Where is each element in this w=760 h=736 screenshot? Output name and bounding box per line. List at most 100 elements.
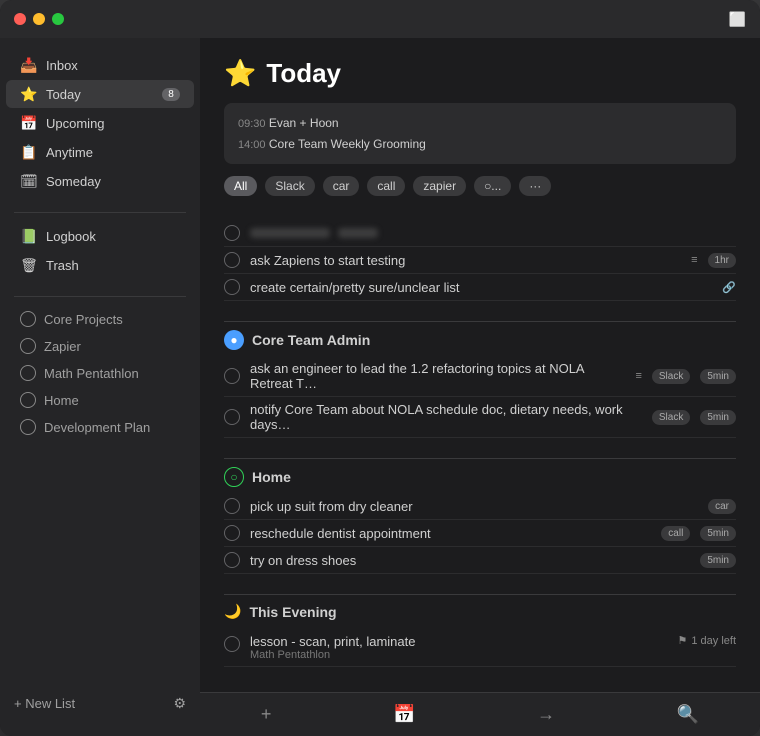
blurred-text-2 [338, 228, 378, 238]
title-text: Today [266, 58, 341, 89]
new-list-label: + New List [14, 696, 75, 711]
sidebar-item-core-projects[interactable]: Core Projects [6, 306, 194, 332]
window-icon: ⬜ [729, 11, 746, 28]
sidebar: 📥 Inbox ⭐ Today 8 📅 Upcoming 📋 Anytime [0, 38, 200, 736]
task-lesson-content: lesson - scan, print, laminate Math Pent… [250, 634, 667, 661]
filter-slack[interactable]: Slack [265, 176, 314, 196]
sidebar-item-someday[interactable]: 🗓 Someday [6, 167, 194, 195]
task-checkbox-notify[interactable] [224, 409, 240, 425]
calendar-button[interactable]: 📅 [377, 698, 431, 731]
core-projects-icon [20, 311, 36, 327]
task-checkbox-dentist[interactable] [224, 525, 240, 541]
task-checkbox-create-list[interactable] [224, 279, 240, 295]
core-team-section-icon: ● [224, 330, 244, 350]
task-checkbox-dress-shoes[interactable] [224, 552, 240, 568]
tag-call: call [661, 526, 690, 541]
task-checkbox-blurred[interactable] [224, 225, 240, 241]
sidebar-bottom: + New List ⚙ [0, 683, 200, 724]
panel-body: ask Zapiens to start testing ≡ 1hr creat… [200, 212, 760, 692]
sidebar-item-zapier[interactable]: Zapier [6, 333, 194, 359]
tag-slack-2: Slack [652, 410, 690, 425]
sidebar-item-today[interactable]: ⭐ Today 8 [6, 80, 194, 108]
sidebar-library-section: 📗 Logbook 🗑 Trash [0, 221, 200, 280]
sidebar-item-logbook[interactable]: 📗 Logbook [6, 222, 194, 250]
task-text-engineer: ask an engineer to lead the 1.2 refactor… [250, 361, 625, 391]
sidebar-label-inbox: Inbox [46, 58, 180, 73]
flag-icon: ⚑ [677, 634, 687, 647]
sidebar-label-anytime: Anytime [46, 145, 180, 160]
task-row-dentist: reschedule dentist appointment call 5min [224, 520, 736, 547]
filter-icon[interactable]: ⚙ [165, 691, 194, 716]
deadline-text: 1 day left [691, 635, 736, 647]
sidebar-item-trash[interactable]: 🗑 Trash [6, 251, 194, 279]
home-icon [20, 392, 36, 408]
sidebar-label-home: Home [44, 393, 180, 408]
tag-5min-2: 5min [700, 410, 736, 425]
core-team-header: ● Core Team Admin [224, 321, 736, 356]
zapier-icon [20, 338, 36, 354]
filter-zapier[interactable]: zapier [413, 176, 466, 196]
filter-all[interactable]: All [224, 176, 257, 196]
task-checkbox-ask-zapiens[interactable] [224, 252, 240, 268]
core-team-section-label: Core Team Admin [252, 332, 370, 348]
home-section-label: Home [252, 469, 291, 485]
tag-slack-1: Slack [652, 369, 690, 384]
filter-bar: All Slack car call zapier ○... ··· [224, 176, 736, 196]
event-name-1: Evan + Hoon [269, 116, 339, 130]
sidebar-item-anytime[interactable]: 📋 Anytime [6, 138, 194, 166]
maximize-button[interactable] [52, 13, 64, 25]
sidebar-label-math-pentathlon: Math Pentathlon [44, 366, 180, 381]
event-time-2: 14:00 [238, 139, 266, 151]
sidebar-item-home[interactable]: Home [6, 387, 194, 413]
task-sub-lesson: Math Pentathlon [250, 649, 667, 661]
blurred-text-1 [250, 228, 330, 238]
evening-section-header: 🌙 This Evening [224, 594, 736, 626]
home-section-icon: ○ [224, 467, 244, 487]
anytime-icon: 📋 [20, 143, 38, 161]
task-text-create-list: create certain/pretty sure/unclear list [250, 280, 712, 295]
home-section-header: ○ Home [224, 458, 736, 493]
task-checkbox-engineer[interactable] [224, 368, 240, 384]
filter-more[interactable]: ··· [519, 176, 551, 196]
sidebar-item-upcoming[interactable]: 📅 Upcoming [6, 109, 194, 137]
traffic-lights [14, 13, 64, 25]
titlebar: ⬜ [0, 0, 760, 38]
task-checkbox-dry-cleaner[interactable] [224, 498, 240, 514]
tag-1hr: 1hr [708, 253, 736, 268]
deadline-badge: ⚑ 1 day left [677, 634, 736, 647]
task-text-dentist: reschedule dentist appointment [250, 526, 651, 541]
task-checkbox-lesson[interactable] [224, 636, 240, 652]
minimize-button[interactable] [33, 13, 45, 25]
task-row-lesson: lesson - scan, print, laminate Math Pent… [224, 626, 736, 667]
event-item-2: 14:00 Core Team Weekly Grooming [238, 134, 722, 155]
forward-button[interactable]: → [521, 698, 571, 731]
today-icon: ⭐ [20, 85, 38, 103]
task-text-dry-cleaner: pick up suit from dry cleaner [250, 499, 698, 514]
panel-header: ⭐ Today 09:30 Evan + Hoon 14:00 Core Tea… [200, 38, 760, 212]
uncategorized-section: ask Zapiens to start testing ≡ 1hr creat… [224, 220, 736, 301]
close-button[interactable] [14, 13, 26, 25]
task-row-notify: notify Core Team about NOLA schedule doc… [224, 397, 736, 438]
filter-circle[interactable]: ○... [474, 176, 511, 196]
title-icon: ⭐ [224, 58, 256, 89]
tag-5min-home: 5min [700, 526, 736, 541]
add-task-button[interactable]: + [245, 698, 288, 731]
home-section: ○ Home pick up suit from dry cleaner car… [224, 458, 736, 574]
search-button[interactable]: 🔍 [661, 698, 715, 731]
tag-car: car [708, 499, 736, 514]
task-row-create-list: create certain/pretty sure/unclear list … [224, 274, 736, 301]
main-panel: ⭐ Today 09:30 Evan + Hoon 14:00 Core Tea… [200, 38, 760, 736]
task-row-dress-shoes: try on dress shoes 5min [224, 547, 736, 574]
sidebar-item-inbox[interactable]: 📥 Inbox [6, 51, 194, 79]
sidebar-item-math-pentathlon[interactable]: Math Pentathlon [6, 360, 194, 386]
link-icon-create-list: 🔗 [722, 281, 736, 294]
filter-call[interactable]: call [367, 176, 405, 196]
sidebar-label-upcoming: Upcoming [46, 116, 180, 131]
new-list-button[interactable]: + New List [6, 692, 83, 715]
note-icon-ask-zapiens: ≡ [691, 254, 697, 266]
evening-moon-icon: 🌙 [224, 603, 241, 620]
trash-icon: 🗑 [20, 256, 38, 274]
sidebar-item-development-plan[interactable]: Development Plan [6, 414, 194, 440]
filter-car[interactable]: car [323, 176, 360, 196]
sidebar-divider-2 [14, 296, 186, 297]
